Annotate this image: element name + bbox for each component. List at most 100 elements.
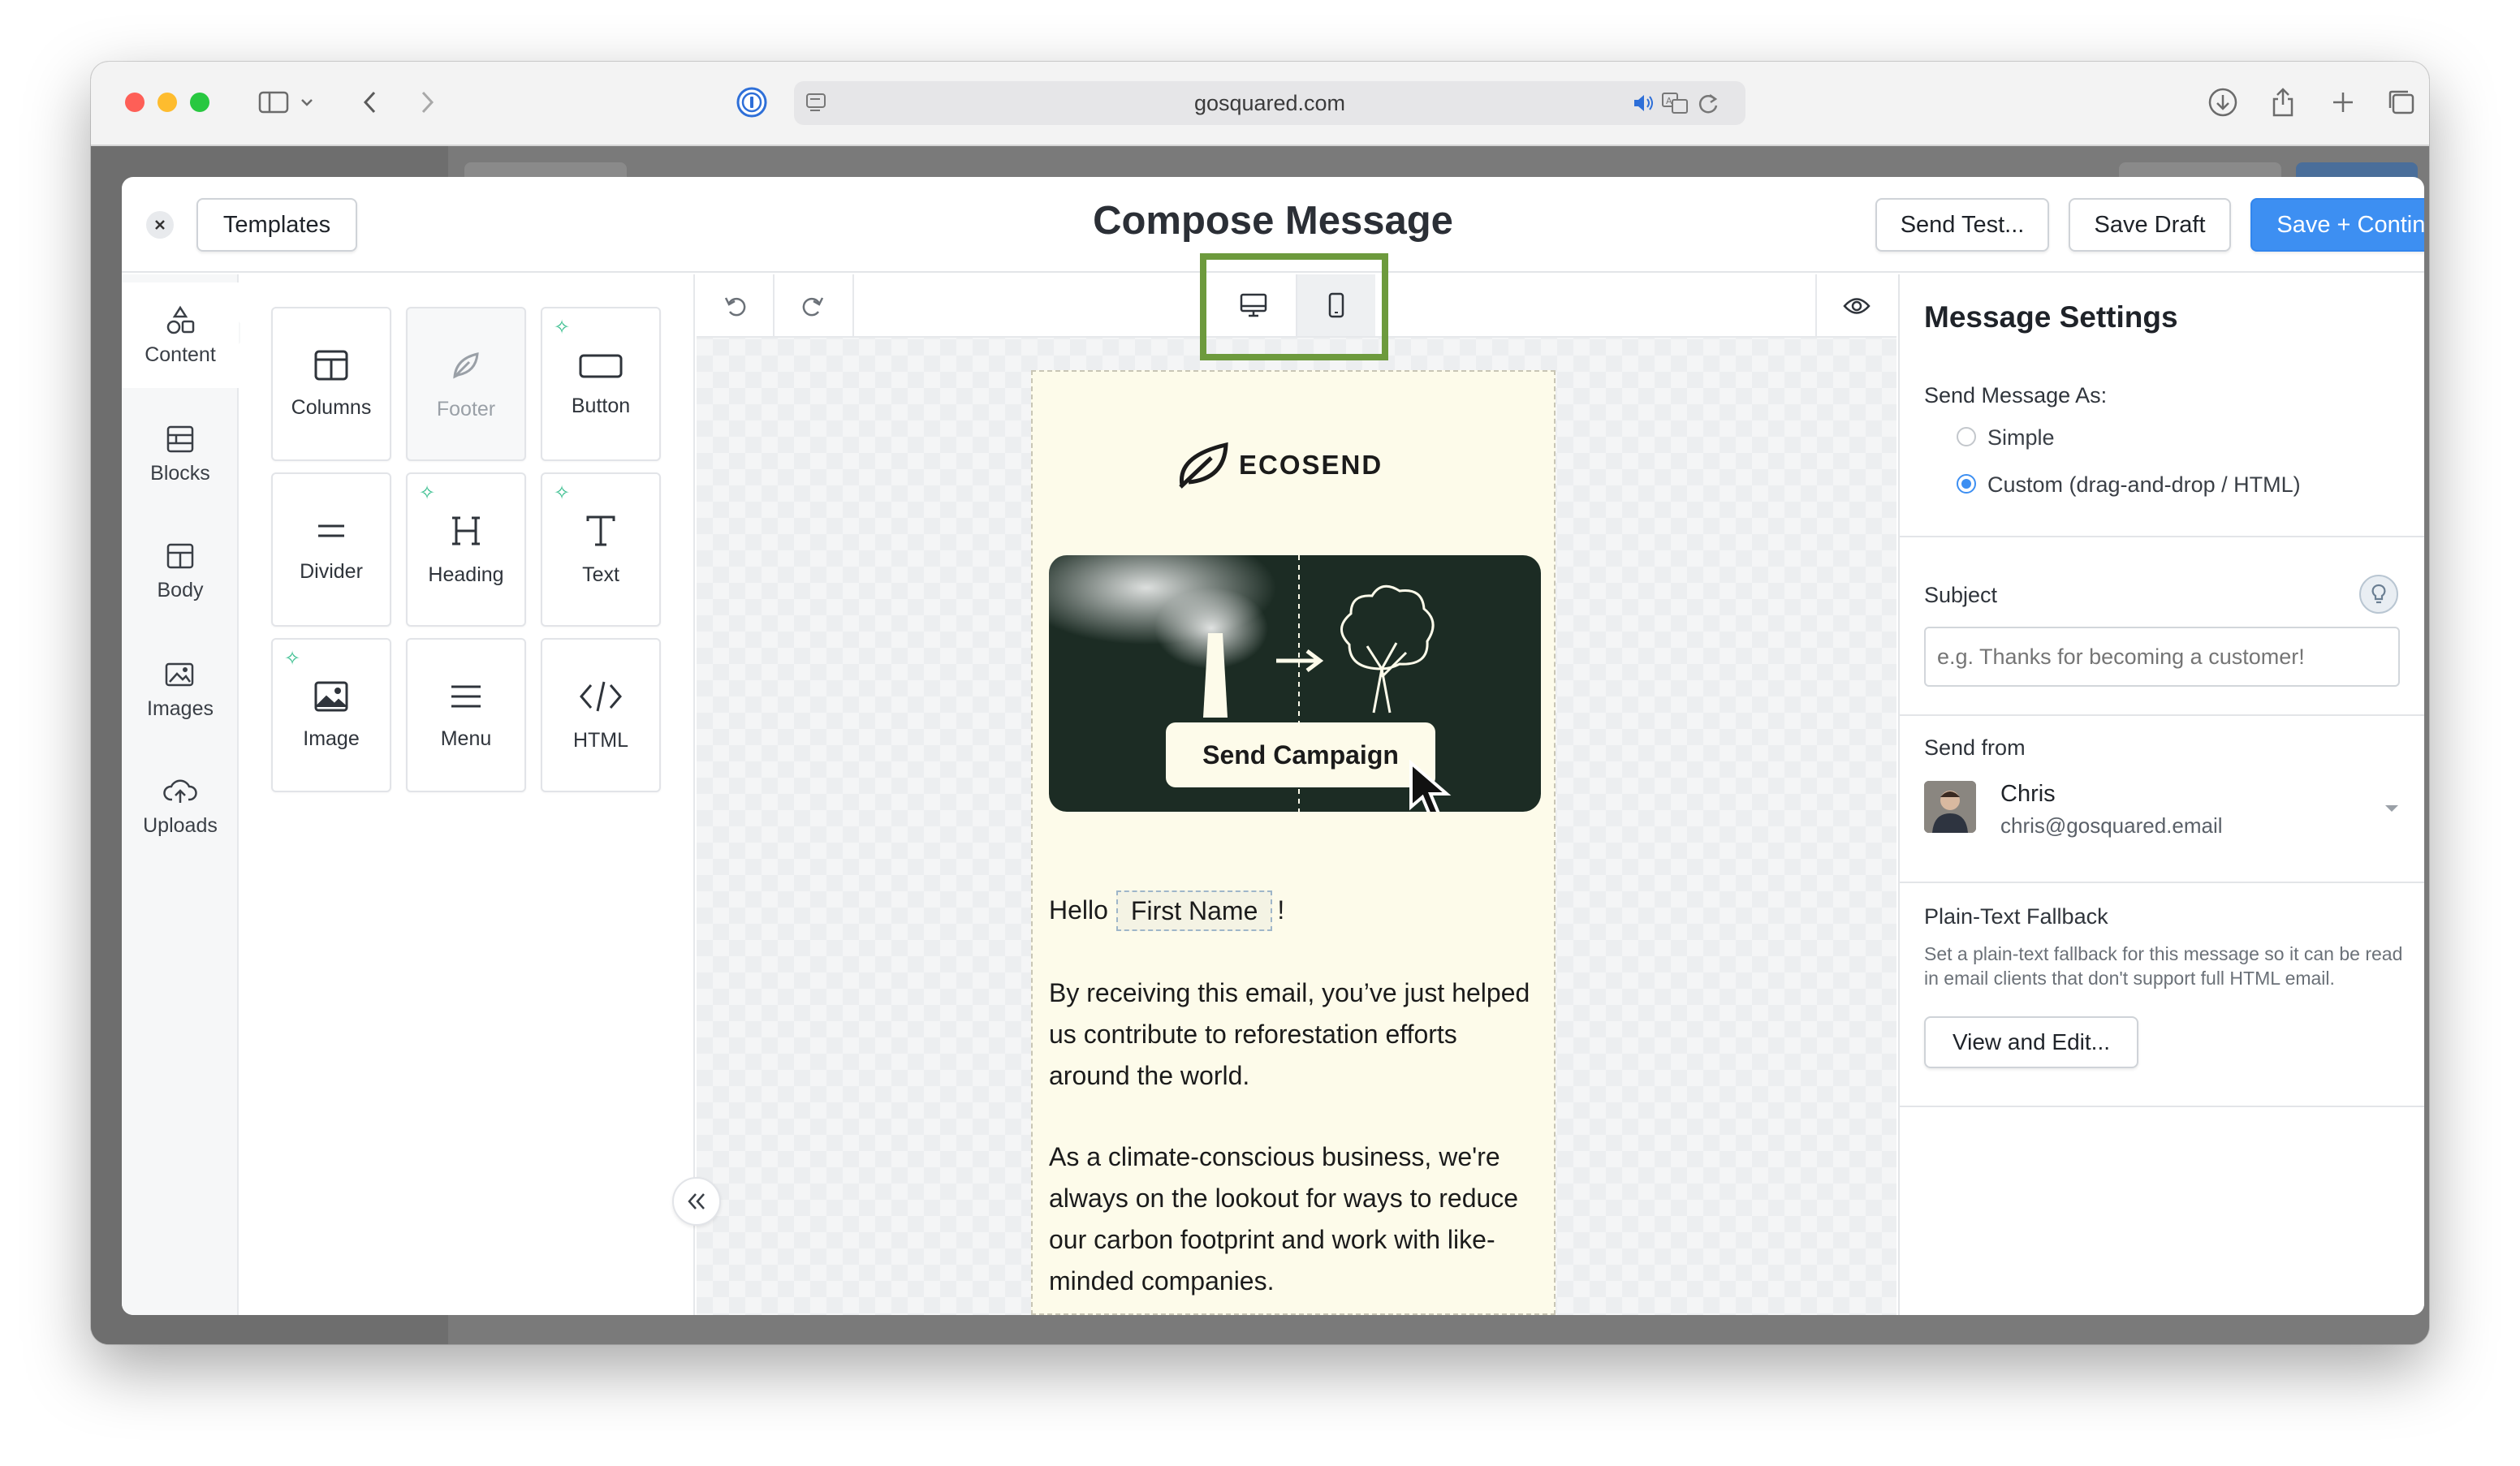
tool-html[interactable]: HTML: [541, 638, 661, 792]
tool-footer[interactable]: Footer: [406, 307, 526, 461]
sidebar-toggle-icon[interactable]: [250, 86, 299, 119]
text-icon: [586, 515, 615, 545]
speaker-icon[interactable]: [1632, 93, 1656, 114]
radio-custom[interactable]: [1957, 474, 1976, 494]
subject-label: Subject: [1924, 583, 1998, 607]
forward-icon[interactable]: [411, 86, 443, 119]
rail-item-label: Content: [145, 343, 216, 366]
left-rail: Content Blocks Body Images Uploads: [122, 274, 248, 1315]
tool-label: Text: [582, 563, 619, 586]
save-continue-button[interactable]: Save + Continue: [2250, 198, 2424, 252]
rail-item-label: Blocks: [150, 461, 210, 485]
rail-item-body[interactable]: Body: [122, 518, 239, 623]
redo-button[interactable]: [775, 274, 854, 338]
sparkle-icon: ✧: [284, 648, 301, 670]
menu-icon: [451, 685, 481, 707]
eye-icon: [1843, 298, 1871, 314]
send-as-label: Send Message As:: [1924, 383, 2108, 407]
rail-item-images[interactable]: Images: [122, 636, 239, 742]
greeting-prefix: Hello: [1049, 895, 1108, 925]
tool-image[interactable]: ✧ Image: [271, 638, 391, 792]
rail-item-label: Body: [157, 578, 204, 601]
tool-divider[interactable]: Divider: [271, 472, 391, 627]
view-edit-button[interactable]: View and Edit...: [1924, 1016, 2138, 1068]
sparkle-icon: ✧: [554, 482, 571, 504]
tool-label: Menu: [440, 727, 492, 750]
section-divider: [1900, 714, 2424, 716]
collapse-panel-button[interactable]: [672, 1177, 721, 1226]
layout-icon: [166, 543, 194, 568]
tool-button[interactable]: ✧ Button: [541, 307, 661, 461]
brand-logo: ECOSEND: [1176, 438, 1411, 492]
greeting-line: Hello First Name !: [1049, 890, 1544, 931]
tool-columns[interactable]: Columns: [271, 307, 391, 461]
send-campaign-button[interactable]: Send Campaign: [1166, 722, 1435, 787]
email-paragraph-1: By receiving this email, you’ve just hel…: [1049, 978, 1530, 1090]
page-menu-icon[interactable]: [805, 93, 828, 114]
columns-icon: [314, 350, 348, 380]
radio-simple[interactable]: [1957, 427, 1976, 446]
tool-heading[interactable]: ✧ Heading: [406, 472, 526, 627]
cursor-arrow-icon: [1409, 760, 1452, 812]
email-paragraph-2: As a climate-conscious business, we're a…: [1049, 1142, 1519, 1296]
lightbulb-icon: [2371, 584, 2386, 604]
downloads-icon[interactable]: [2207, 86, 2239, 119]
compose-message-modal: Templates Compose Message Send Test... S…: [122, 177, 2424, 1315]
translate-icon[interactable]: A: [1661, 91, 1690, 115]
hero-image: Send Campaign: [1049, 555, 1541, 812]
chevron-down-icon: [2385, 805, 2398, 812]
preview-button[interactable]: [1815, 274, 1896, 338]
rail-item-blocks[interactable]: Blocks: [122, 401, 239, 507]
content-tools-panel: Columns Footer ✧ Button Divider ✧ Headin…: [240, 274, 695, 1315]
chevron-down-icon[interactable]: [297, 86, 317, 119]
tool-label: Divider: [300, 559, 363, 583]
heading-icon: [452, 516, 480, 545]
send-test-button[interactable]: Send Test...: [1875, 198, 2049, 252]
rail-item-uploads[interactable]: Uploads: [122, 753, 239, 859]
greeting-suffix: !: [1277, 895, 1285, 925]
close-window-button[interactable]: [125, 93, 145, 112]
share-icon[interactable]: [2267, 86, 2299, 119]
tool-text[interactable]: ✧ Text: [541, 472, 661, 627]
settings-title: Message Settings: [1924, 300, 2178, 334]
sparkle-icon: ✧: [554, 317, 571, 338]
save-draft-button[interactable]: Save Draft: [2069, 198, 2231, 252]
sender-select[interactable]: Chris chris@gosquared.email: [1924, 773, 2400, 844]
send-from-label: Send from: [1924, 735, 2026, 760]
tool-menu[interactable]: Menu: [406, 638, 526, 792]
message-settings-panel: Message Settings Send Message As: Simple…: [1898, 274, 2424, 1315]
rail-item-label: Images: [147, 696, 214, 720]
button-icon: [579, 354, 623, 377]
feather-icon: [453, 351, 479, 379]
rail-item-label: Uploads: [143, 813, 218, 837]
tool-label: Footer: [436, 397, 496, 420]
undo-button[interactable]: [697, 274, 775, 338]
section-divider: [1900, 536, 2424, 537]
subject-tip-button[interactable]: [2359, 575, 2398, 614]
tab-overview-icon[interactable]: [2385, 86, 2418, 119]
password-manager-icon[interactable]: [736, 86, 768, 119]
tool-label: Heading: [428, 563, 504, 586]
address-bar[interactable]: gosquared.com A: [794, 81, 1745, 125]
browser-toolbar: gosquared.com A: [91, 62, 2429, 146]
minimize-window-button[interactable]: [158, 93, 177, 112]
sender-email: chris@gosquared.email: [2000, 813, 2223, 838]
fallback-description: Set a plain-text fallback for this messa…: [1924, 943, 2403, 989]
tool-label: Image: [303, 727, 360, 750]
rail-item-content[interactable]: Content: [122, 282, 239, 388]
email-preview: ECOSEND Send Campaign Hello First Name !…: [1031, 370, 1556, 1315]
divider-icon: [318, 524, 344, 537]
device-toggle-highlight: [1200, 253, 1388, 360]
tool-label: Columns: [291, 395, 372, 419]
subject-input[interactable]: [1924, 627, 2400, 687]
tool-label: HTML: [572, 728, 629, 752]
svg-text:A: A: [1666, 96, 1672, 106]
section-divider: [1900, 1106, 2424, 1107]
redo-icon: [802, 297, 824, 317]
maximize-window-button[interactable]: [190, 93, 209, 112]
reload-icon[interactable]: [1697, 93, 1720, 115]
back-icon[interactable]: [354, 86, 386, 119]
browser-window: gosquared.com A Templates Compose Messag…: [91, 62, 2429, 1344]
merge-tag-first-name[interactable]: First Name: [1115, 890, 1273, 931]
new-tab-icon[interactable]: [2327, 86, 2359, 119]
